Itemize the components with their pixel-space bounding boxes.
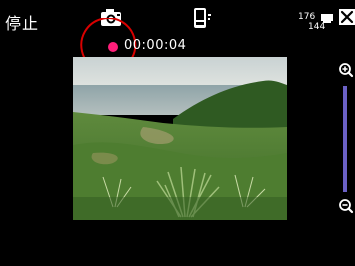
zoom-slider[interactable] bbox=[343, 86, 347, 192]
zoom-out-button[interactable] bbox=[338, 198, 354, 214]
camera-preview bbox=[73, 57, 287, 220]
close-button[interactable] bbox=[339, 9, 355, 25]
stop-button[interactable]: 停止 bbox=[5, 10, 39, 34]
zoom-out-icon bbox=[339, 199, 354, 214]
resolution-badge[interactable]: 176 144 bbox=[296, 8, 338, 32]
resolution-bottom: 144 bbox=[308, 22, 325, 32]
zoom-in-button[interactable] bbox=[338, 62, 354, 78]
zoom-in-icon bbox=[339, 63, 354, 78]
resolution-top: 176 bbox=[298, 12, 315, 22]
recording-timer: 00:00:04 bbox=[124, 38, 187, 53]
close-icon bbox=[340, 10, 354, 24]
handheld-device-icon[interactable] bbox=[190, 6, 214, 30]
record-dot-icon bbox=[108, 42, 118, 52]
